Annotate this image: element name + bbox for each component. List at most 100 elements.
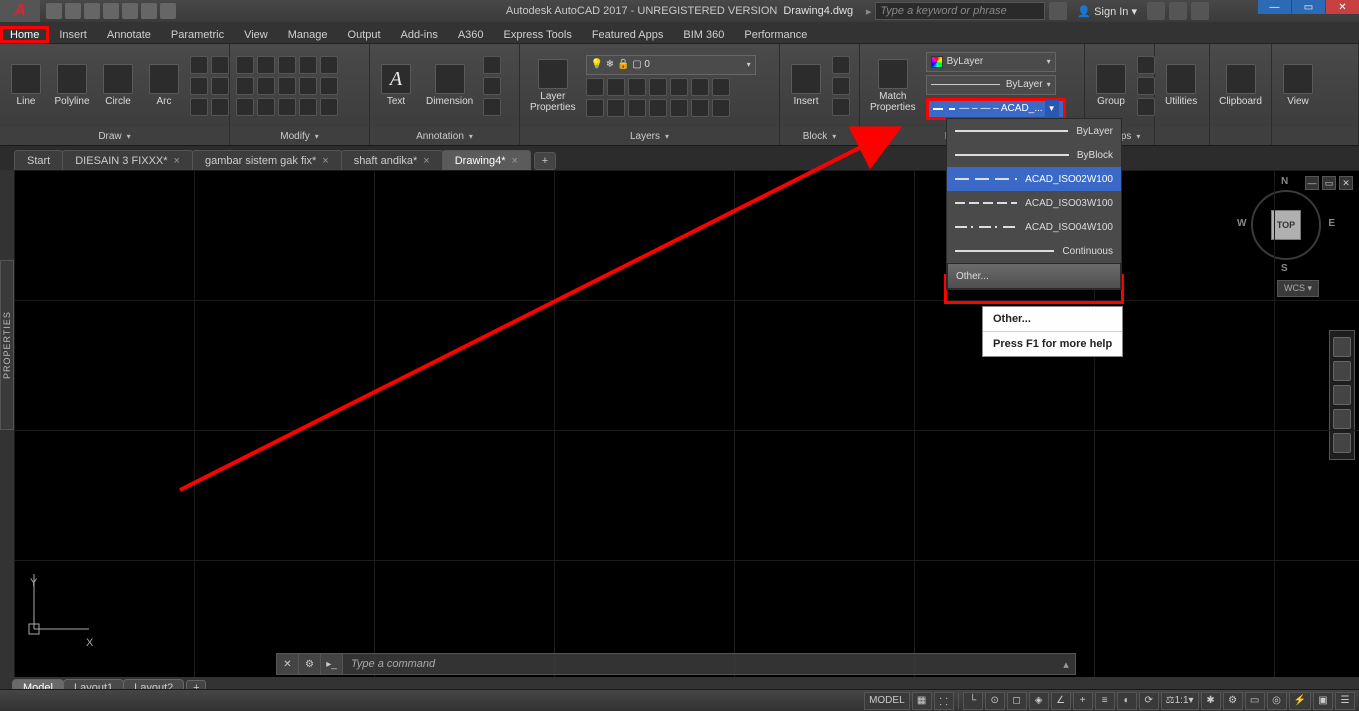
- ribbon-tab-insert[interactable]: Insert: [49, 26, 97, 43]
- insert-button[interactable]: Insert: [786, 62, 826, 109]
- region-icon[interactable]: [211, 98, 229, 116]
- status-otrack-icon[interactable]: ∠: [1051, 692, 1071, 710]
- status-model-button[interactable]: MODEL: [864, 692, 910, 710]
- layer-color-icon[interactable]: [649, 78, 667, 96]
- explode-icon[interactable]: [320, 56, 338, 74]
- ribbon-tab-manage[interactable]: Manage: [278, 26, 338, 43]
- doc-tab[interactable]: DIESAIN 3 FIXXX*×: [62, 150, 193, 170]
- table-icon[interactable]: [483, 77, 501, 95]
- group-bbox-icon[interactable]: [1137, 98, 1155, 116]
- qat-open-icon[interactable]: [65, 3, 81, 19]
- layer-off-icon[interactable]: [586, 78, 604, 96]
- close-icon[interactable]: ×: [322, 155, 328, 167]
- doc-tab[interactable]: Start: [14, 150, 63, 170]
- linetype-item[interactable]: ACAD_ISO04W100: [947, 215, 1121, 239]
- color-combo[interactable]: ByLayer▾: [926, 52, 1056, 72]
- linetype-item[interactable]: ByLayer: [947, 119, 1121, 143]
- linetype-item[interactable]: ACAD_ISO03W100: [947, 191, 1121, 215]
- mirror-icon[interactable]: [257, 77, 275, 95]
- doc-tab[interactable]: gambar sistem gak fix*×: [192, 150, 342, 170]
- viewcube-s[interactable]: S: [1281, 263, 1288, 274]
- status-annoscale-button[interactable]: ⚖ 1:1 ▾: [1161, 692, 1199, 710]
- cmdline-history-icon[interactable]: ▴: [1057, 658, 1075, 671]
- view-button[interactable]: View: [1278, 62, 1318, 109]
- qat-save-icon[interactable]: [84, 3, 100, 19]
- window-close-button[interactable]: ✕: [1325, 0, 1359, 14]
- status-lwt-icon[interactable]: ≡: [1095, 692, 1115, 710]
- infocenter-search-input[interactable]: Type a keyword or phrase: [875, 2, 1045, 20]
- status-hardware-icon[interactable]: ⚡: [1289, 692, 1311, 710]
- lineweight-combo[interactable]: ByLayer▾: [926, 75, 1056, 95]
- ribbon-tab-output[interactable]: Output: [338, 26, 391, 43]
- layer-state-icon[interactable]: [712, 99, 730, 117]
- align-icon[interactable]: [320, 98, 338, 116]
- cmdline-input[interactable]: Type a command: [343, 658, 1057, 670]
- status-isolate-icon[interactable]: ◎: [1267, 692, 1287, 710]
- linetype-item[interactable]: ByBlock: [947, 143, 1121, 167]
- rotate-icon[interactable]: [257, 56, 275, 74]
- edit-block-icon[interactable]: [832, 77, 850, 95]
- ribbon-tab-add-ins[interactable]: Add-ins: [391, 26, 448, 43]
- ribbon-tab-a360[interactable]: A360: [448, 26, 494, 43]
- layer-delete-icon[interactable]: [670, 99, 688, 117]
- signin-button[interactable]: 👤 Sign In ▾: [1071, 5, 1143, 18]
- viewport-close-button[interactable]: ✕: [1339, 176, 1353, 190]
- circle-button[interactable]: Circle: [98, 62, 138, 109]
- new-drawing-button[interactable]: +: [534, 152, 556, 170]
- move-icon[interactable]: [236, 56, 254, 74]
- doc-tab[interactable]: Drawing4*×: [442, 150, 531, 170]
- ribbon-tab-express-tools[interactable]: Express Tools: [494, 26, 582, 43]
- wcs-badge[interactable]: WCS ▾: [1277, 280, 1319, 297]
- extend-icon[interactable]: [278, 98, 296, 116]
- exchange-icon[interactable]: [1147, 2, 1165, 20]
- layer-unlock-icon[interactable]: [628, 99, 646, 117]
- close-icon[interactable]: ×: [423, 155, 429, 167]
- layer-match-icon[interactable]: [691, 78, 709, 96]
- qat-undo-icon[interactable]: [141, 3, 157, 19]
- ribbon-tab-parametric[interactable]: Parametric: [161, 26, 234, 43]
- line-button[interactable]: Line: [6, 62, 46, 109]
- status-osnap-icon[interactable]: ◻: [1007, 692, 1027, 710]
- stayconnected-icon[interactable]: [1169, 2, 1187, 20]
- status-grid-icon[interactable]: ▦: [912, 692, 932, 710]
- status-snap-icon[interactable]: ⸬: [934, 692, 954, 710]
- status-cycling-icon[interactable]: ⟳: [1139, 692, 1159, 710]
- properties-palette-tab[interactable]: PROPERTIES: [0, 260, 14, 430]
- layer-lock-icon[interactable]: [628, 78, 646, 96]
- status-monitor-icon[interactable]: ▭: [1245, 692, 1265, 710]
- linetype-item[interactable]: ACAD_ISO02W100: [947, 167, 1121, 191]
- viewcube[interactable]: TOP N S E W: [1241, 180, 1331, 270]
- nav-wheel-icon[interactable]: [1333, 337, 1351, 357]
- linetype-item[interactable]: Continuous: [947, 239, 1121, 263]
- dimension-button[interactable]: Dimension: [422, 62, 477, 109]
- polyline-button[interactable]: Polyline: [52, 62, 92, 109]
- status-cleanscreen-icon[interactable]: ▣: [1313, 692, 1333, 710]
- ribbon-tab-featured-apps[interactable]: Featured Apps: [582, 26, 674, 43]
- text-button[interactable]: AText: [376, 62, 416, 109]
- offset-icon[interactable]: [320, 77, 338, 95]
- attr-icon[interactable]: [832, 98, 850, 116]
- status-annotation-icon[interactable]: ✱: [1201, 692, 1221, 710]
- create-block-icon[interactable]: [832, 56, 850, 74]
- status-transparency-icon[interactable]: ◐: [1117, 692, 1137, 710]
- ribbon-tab-bim-360[interactable]: BIM 360: [673, 26, 734, 43]
- match-properties-button[interactable]: Match Properties: [866, 57, 920, 115]
- arc-button[interactable]: Arc: [144, 62, 184, 109]
- window-maximize-button[interactable]: ▭: [1291, 0, 1325, 14]
- qat-plot-icon[interactable]: [122, 3, 138, 19]
- leader-icon[interactable]: [483, 56, 501, 74]
- linetype-combo[interactable]: — – — – ACAD_... ▼: [926, 98, 1066, 120]
- scale-icon[interactable]: [257, 98, 275, 116]
- status-customize-icon[interactable]: ☰: [1335, 692, 1355, 710]
- chamfer-icon[interactable]: [299, 98, 317, 116]
- qat-new-icon[interactable]: [46, 3, 62, 19]
- nav-zoom-icon[interactable]: [1333, 385, 1351, 405]
- trim-icon[interactable]: [278, 56, 296, 74]
- hatch-icon[interactable]: [190, 77, 208, 95]
- mtext-icon[interactable]: [483, 98, 501, 116]
- nav-orbit-icon[interactable]: [1333, 409, 1351, 429]
- cmdline-config-icon[interactable]: ⚙: [299, 654, 321, 674]
- window-minimize-button[interactable]: —: [1257, 0, 1291, 14]
- status-3dosnap-icon[interactable]: ◈: [1029, 692, 1049, 710]
- status-dyn-icon[interactable]: +: [1073, 692, 1093, 710]
